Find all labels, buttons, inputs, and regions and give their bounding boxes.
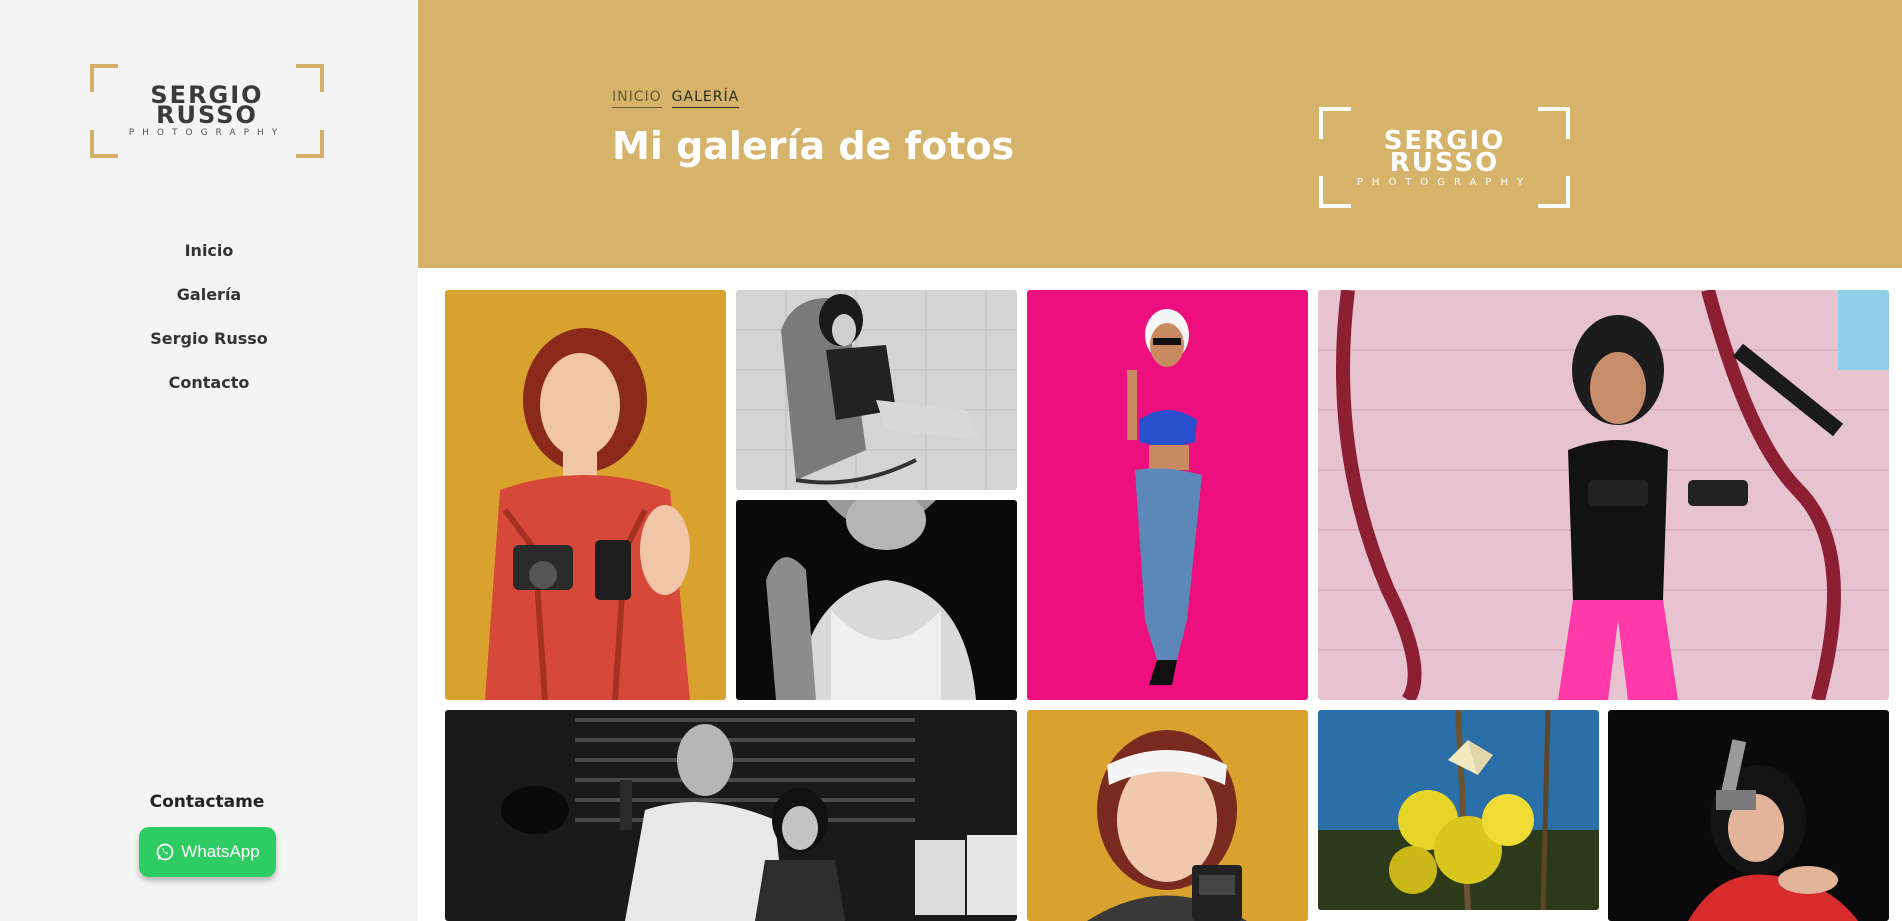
photo-noir-couple-bw xyxy=(445,710,1017,921)
breadcrumb-current: GALERÍA xyxy=(671,89,740,108)
nav-item-galeria[interactable]: Galería xyxy=(0,282,418,326)
photo-woman-graffiti-wall xyxy=(1318,290,1889,700)
photo-woman-red-dress-camera xyxy=(445,290,726,700)
whatsapp-icon xyxy=(156,843,174,861)
contact-heading: Contactame xyxy=(149,792,265,812)
main-nav: Inicio Galería Sergio Russo Contacto xyxy=(0,238,418,414)
logo-text-line3: PHOTOGRAPHY xyxy=(128,128,286,138)
gallery-photo[interactable] xyxy=(1318,290,1889,700)
photo-pinup-woman-pink-background xyxy=(1027,290,1308,700)
gallery-photo[interactable] xyxy=(445,290,726,700)
gallery-photo[interactable] xyxy=(1027,290,1308,700)
gallery-photo[interactable] xyxy=(1608,710,1889,921)
whatsapp-label: WhatsApp xyxy=(181,842,260,861)
photo-woman-red-dress-revolver xyxy=(1608,710,1889,921)
gallery-photo[interactable] xyxy=(736,290,1017,490)
gallery-photo[interactable] xyxy=(1318,710,1599,910)
gallery-photo[interactable] xyxy=(1027,710,1308,921)
logo-text-line3: PHOTOGRAPHY xyxy=(1356,177,1533,188)
nav-item-contacto[interactable]: Contacto xyxy=(0,370,418,414)
page-title: Mi galería de fotos xyxy=(612,124,1015,168)
site-logo[interactable]: SERGIO RUSSO PHOTOGRAPHY xyxy=(90,64,324,158)
photo-woman-rocking-chair-bw xyxy=(736,290,1017,490)
nav-item-sergio-russo[interactable]: Sergio Russo xyxy=(0,326,418,370)
photo-woman-headband-camera xyxy=(1027,710,1308,921)
gallery-photo[interactable] xyxy=(445,710,1017,921)
gallery-photo[interactable] xyxy=(736,500,1017,700)
header-logo: SERGIO RUSSO PHOTOGRAPHY xyxy=(1319,107,1570,208)
breadcrumb: INICIO GALERÍA xyxy=(612,89,740,108)
logo-text-line2: RUSSO xyxy=(1389,148,1500,178)
logo-text-line2: RUSSO xyxy=(156,101,258,129)
nav-item-inicio[interactable]: Inicio xyxy=(0,238,418,282)
photo-woman-portrait-bw xyxy=(736,500,1017,700)
sidebar: SERGIO RUSSO PHOTOGRAPHY Inicio Galería … xyxy=(0,0,418,921)
breadcrumb-home[interactable]: INICIO xyxy=(612,89,662,108)
whatsapp-button[interactable]: WhatsApp xyxy=(139,827,276,877)
photo-butterfly-yellow-flowers xyxy=(1318,710,1599,910)
